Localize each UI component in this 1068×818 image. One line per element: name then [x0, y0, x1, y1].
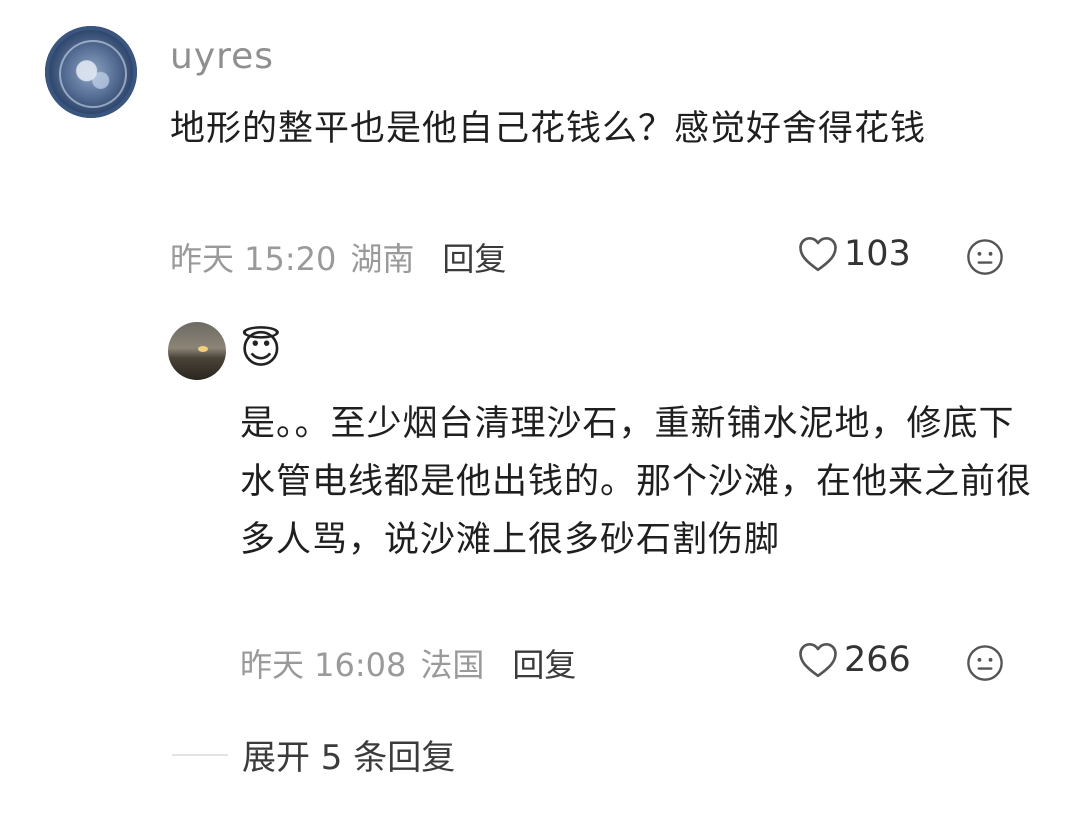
avatar[interactable] — [45, 26, 137, 118]
reply-avatar[interactable] — [168, 322, 226, 380]
heart-outline-icon — [799, 236, 837, 272]
reply-button[interactable]: 回复 — [442, 240, 506, 278]
neutral-face-icon[interactable] — [966, 238, 1004, 276]
expand-replies-label[interactable]: 展开 5 条回复 — [242, 730, 455, 779]
reply-username[interactable]: 😇 — [240, 326, 282, 374]
reply-reply-button[interactable]: 回复 — [512, 646, 576, 684]
expand-replies[interactable]: 展开 5 条回复 — [172, 730, 455, 779]
heart-outline-icon — [799, 642, 837, 678]
reply-time: 昨天 16:08 — [240, 646, 407, 684]
comment-meta: 昨天 15:20 湖南 回复 — [170, 234, 520, 280]
like-count: 103 — [844, 234, 911, 274]
comment-text: 地形的整平也是他自己花钱么？感觉好舍得花钱 — [170, 109, 927, 149]
reply-like-button[interactable]: 266 — [798, 640, 911, 680]
comment-location: 湖南 — [350, 240, 415, 278]
divider — [172, 753, 228, 756]
comment-time: 昨天 15:20 — [170, 240, 337, 278]
like-button[interactable]: 103 — [798, 234, 911, 274]
reply-location: 法国 — [420, 646, 485, 684]
reply-like-count: 266 — [844, 640, 911, 680]
neutral-face-icon[interactable] — [966, 644, 1004, 682]
username[interactable]: uyres — [170, 36, 274, 77]
reply-text: 是。。至少烟台清理沙石，重新铺水泥地，修底下水管电线都是他出钱的。那个沙滩，在他… — [240, 404, 1033, 560]
reply-meta: 昨天 16:08 法国 回复 — [240, 640, 590, 686]
